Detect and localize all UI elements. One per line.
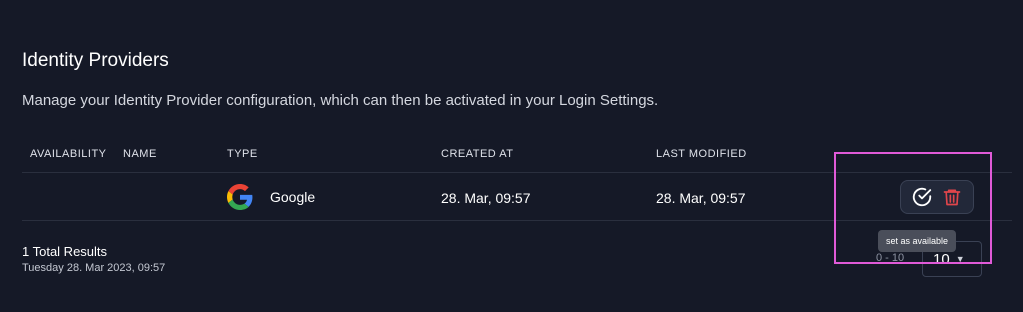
total-results: 1 Total Results [22, 244, 108, 259]
chevron-down-icon: ▼ [955, 254, 965, 264]
col-availability[interactable]: AVAILABILITY [30, 148, 107, 160]
row-created-at: 28. Mar, 09:57 [441, 190, 531, 206]
page-range: 0 - 10 [876, 252, 905, 264]
results-timestamp: Tuesday 28. Mar 2023, 09:57 [22, 262, 166, 274]
page-title: Identity Providers [22, 50, 169, 71]
col-last-modified[interactable]: LAST MODIFIED [656, 148, 747, 160]
page-description: Manage your Identity Provider configurat… [22, 92, 659, 109]
page-size-value: 10 [933, 250, 950, 268]
col-type[interactable]: TYPE [227, 148, 258, 160]
col-created-at[interactable]: CREATED AT [441, 148, 513, 160]
google-g-icon [227, 184, 253, 210]
set-available-button[interactable] [911, 186, 933, 208]
delete-button[interactable] [941, 186, 963, 208]
idp-table: AVAILABILITY NAME TYPE CREATED AT LAST M… [22, 136, 1012, 221]
table-header: AVAILABILITY NAME TYPE CREATED AT LAST M… [22, 136, 1012, 173]
row-last-modified: 28. Mar, 09:57 [656, 190, 746, 206]
row-actions [900, 180, 974, 214]
trash-icon [943, 189, 961, 206]
table-row[interactable]: Google 28. Mar, 09:57 28. Mar, 09:57 [22, 173, 1012, 221]
col-name[interactable]: NAME [123, 148, 157, 160]
row-type: Google [227, 184, 315, 210]
check-circle-icon [912, 187, 932, 207]
set-available-tooltip: set as available [878, 230, 957, 252]
row-type-label: Google [270, 189, 316, 205]
identity-providers-page: Identity Providers Manage your Identity … [0, 0, 1023, 312]
